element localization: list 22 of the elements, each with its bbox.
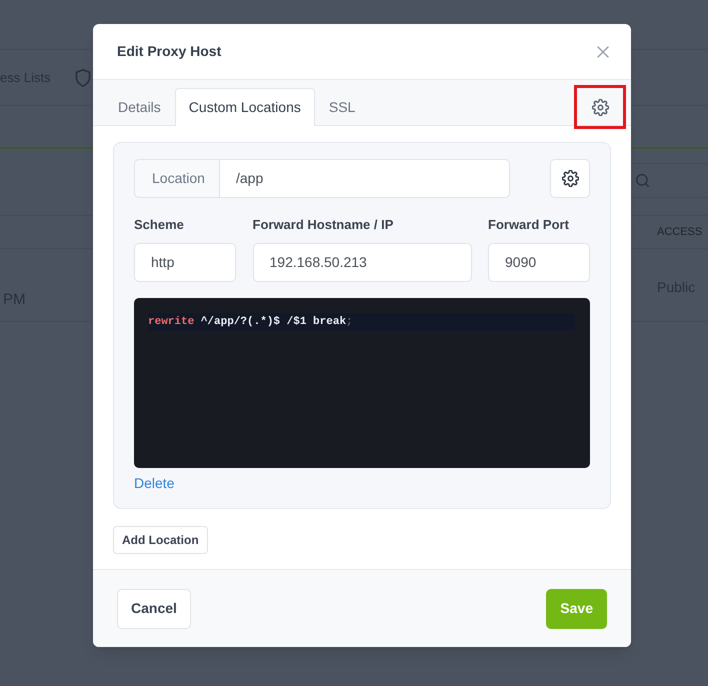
code-editor[interactable]: rewrite ^/app/?(.*)$ /$1 break; (134, 298, 590, 468)
dialog-title: Edit Proxy Host (117, 42, 222, 61)
location-addon: Location (134, 159, 220, 198)
tab[interactable]: SSL (314, 88, 370, 126)
tab[interactable]: Details (104, 88, 175, 126)
code-line: rewrite ^/app/?(.*)$ /$1 break; (148, 314, 353, 330)
field-label: Scheme (134, 216, 185, 234)
add-location-button[interactable]: Add Location (113, 526, 208, 554)
search-icon (636, 174, 649, 187)
scheme-field[interactable]: http (134, 243, 236, 282)
tab[interactable]: Custom Locations (174, 88, 315, 126)
delete-link[interactable]: Delete (134, 473, 174, 493)
close-icon[interactable] (597, 46, 609, 58)
settings-icon[interactable] (592, 98, 608, 116)
settings-button[interactable] (550, 159, 590, 198)
hostname-field[interactable]: 192.168.50.213 (252, 243, 472, 282)
settings-icon[interactable] (562, 170, 578, 187)
path-input[interactable]: /app (220, 159, 510, 198)
cancel-button[interactable]: Cancel (117, 588, 191, 628)
field-label: Forward Port (488, 216, 570, 234)
field-label: Forward Hostname / IP (252, 216, 394, 234)
port-field[interactable]: 9090 (488, 243, 590, 282)
